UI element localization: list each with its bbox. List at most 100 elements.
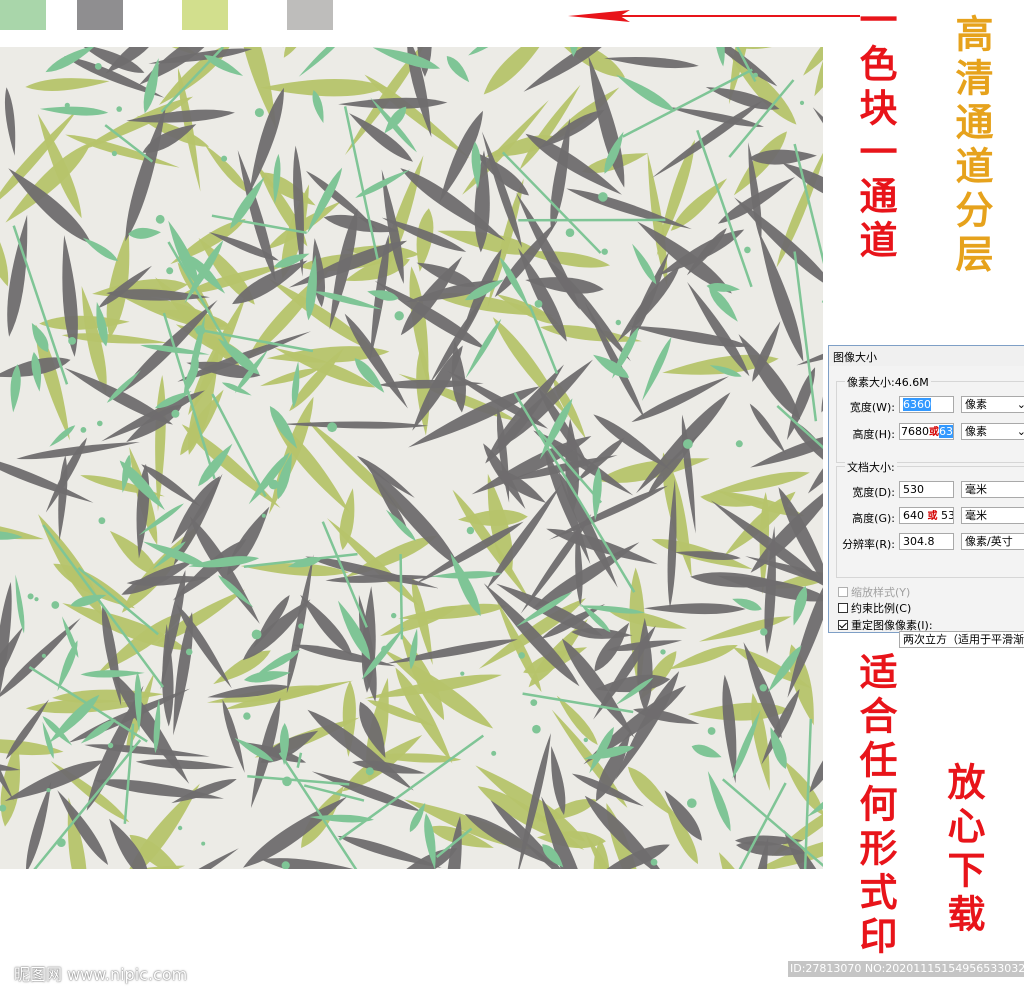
pixel-height-unit-select[interactable]: 像素 ⌄ [961, 423, 1024, 440]
bamboo-stem [399, 554, 404, 640]
bamboo-bud [116, 106, 122, 112]
bamboo-pattern [0, 47, 823, 869]
bamboo-bud [243, 712, 251, 720]
bamboo-leaf [15, 574, 25, 634]
bamboo-leaf [691, 744, 722, 758]
checkbox-icon [838, 587, 848, 597]
bamboo-leaf [446, 56, 470, 83]
arrow-left-icon [568, 10, 860, 22]
bamboo-bud [660, 649, 666, 655]
bamboo-bud [268, 479, 279, 490]
checkbox-checked-icon [838, 620, 848, 630]
bamboo-leaf [652, 101, 763, 178]
doc-height-field[interactable]: 640 或 530 [899, 507, 954, 524]
bamboo-bud [261, 513, 266, 518]
bamboo-stem [622, 68, 753, 138]
bamboo-bud [221, 155, 228, 162]
bamboo-leaf [698, 616, 792, 642]
bamboo-bud [650, 858, 658, 866]
bamboo-bud [466, 526, 475, 535]
bamboo-bud [365, 767, 374, 776]
bamboo-bud [327, 422, 337, 433]
bamboo-leaf [80, 670, 145, 678]
bamboo-bud [760, 628, 768, 636]
chevron-down-icon: ⌄ [1017, 424, 1024, 439]
bamboo-leaf [632, 243, 657, 285]
bamboo-bud [687, 798, 697, 808]
pixel-width-unit-select[interactable]: 像素 ⌄ [961, 396, 1024, 413]
bamboo-bud [532, 724, 541, 734]
pixel-width-field[interactable]: 6360 [899, 396, 954, 413]
bamboo-leaf [298, 47, 350, 77]
bamboo-bud [111, 150, 117, 157]
bamboo-stem [296, 752, 303, 768]
bamboo-bud [615, 319, 621, 326]
bamboo-leaf [338, 97, 448, 109]
bamboo-bud [46, 788, 51, 793]
pixel-height-row: 高度(H): 7680或6360 像素 ⌄ [837, 423, 1024, 443]
bamboo-bud [282, 776, 292, 787]
bamboo-bud [583, 737, 588, 743]
bamboo-bud [64, 102, 70, 108]
bamboo-bud [177, 825, 183, 831]
swatch-green [0, 0, 46, 30]
constrain-proportions-checkbox[interactable]: 约束比例(C) [838, 600, 911, 616]
bamboo-bud [185, 648, 193, 656]
bamboo-bud [56, 838, 66, 847]
bamboo-bud [251, 629, 262, 640]
bamboo-leaf [0, 521, 44, 540]
doc-width-unit-select[interactable]: 毫米 [961, 481, 1024, 498]
pixel-height-field[interactable]: 7680或6360 [899, 423, 954, 440]
resolution-field[interactable]: 304.8 [899, 533, 954, 550]
document-size-label: 文档大小: [845, 459, 897, 475]
bamboo-leaf [25, 78, 110, 91]
pixel-dimensions-group: 像素大小:46.6M 宽度(W): 6360 像素 ⌄ 高度(H): 7680或… [836, 374, 1024, 463]
bamboo-bud [744, 246, 751, 254]
bamboo-bud [735, 440, 743, 448]
download-note: 放心下载 [941, 762, 986, 938]
scale-styles-checkbox[interactable]: 缩放样式(Y) [838, 584, 910, 600]
bamboo-bud [460, 671, 465, 676]
pixel-width-label: 宽度(W): [849, 401, 895, 414]
dialog-body: 像素大小:46.6M 宽度(W): 6360 像素 ⌄ 高度(H): 7680或… [829, 366, 1024, 648]
bamboo-bud [601, 248, 608, 255]
document-size-group: 文档大小: 宽度(D): 530 毫米 高度(G): 640 或 530 毫米 … [836, 459, 1024, 578]
doc-width-label: 宽度(D): [852, 486, 895, 499]
bamboo-bud [707, 727, 716, 735]
bamboo-bud [598, 192, 608, 202]
image-size-dialog: 图像大小 像素大小:46.6M 宽度(W): 6360 像素 ⌄ 高度(H): … [828, 345, 1024, 648]
bamboo-bud [683, 439, 693, 449]
bamboo-stem [211, 393, 267, 497]
bamboo-bud [254, 108, 264, 118]
bamboo-leaf [222, 699, 245, 773]
bamboo-bud [530, 699, 538, 706]
bamboo-bud [394, 311, 404, 321]
swatch-olive [182, 0, 228, 30]
bamboo-bud [166, 267, 174, 275]
bamboo-bud [94, 63, 102, 70]
or-mark: 或 [929, 427, 939, 438]
doc-width-row: 宽度(D): 530 毫米 [837, 481, 1024, 501]
bamboo-bud [753, 72, 758, 78]
bamboo-leaf [135, 759, 235, 770]
resample-method-select[interactable]: 两次立方（适用于平滑渐变 [899, 631, 1024, 648]
resolution-row: 分辨率(R): 304.8 像素/英寸 [837, 533, 1024, 553]
bamboo-bud [381, 645, 389, 654]
doc-width-field[interactable]: 530 [899, 481, 954, 498]
bamboo-leaf [707, 770, 731, 832]
bamboo-bud [98, 517, 106, 525]
bamboo-bud [201, 841, 206, 846]
bamboo-leaf [155, 374, 166, 512]
swatch-light-gray [287, 0, 333, 30]
bamboo-leaf [821, 327, 823, 413]
bamboo-bud [799, 100, 805, 105]
bamboo-leaf [49, 425, 76, 447]
bamboo-bud [97, 420, 103, 427]
bamboo-leaf [260, 78, 388, 97]
doc-height-unit-select[interactable]: 毫米 [961, 507, 1024, 524]
bamboo-leaf [593, 414, 671, 470]
bamboo-bud [51, 601, 60, 609]
bamboo-bud [759, 684, 767, 692]
bamboo-bud [565, 228, 575, 237]
resolution-unit-select[interactable]: 像素/英寸 [961, 533, 1024, 550]
